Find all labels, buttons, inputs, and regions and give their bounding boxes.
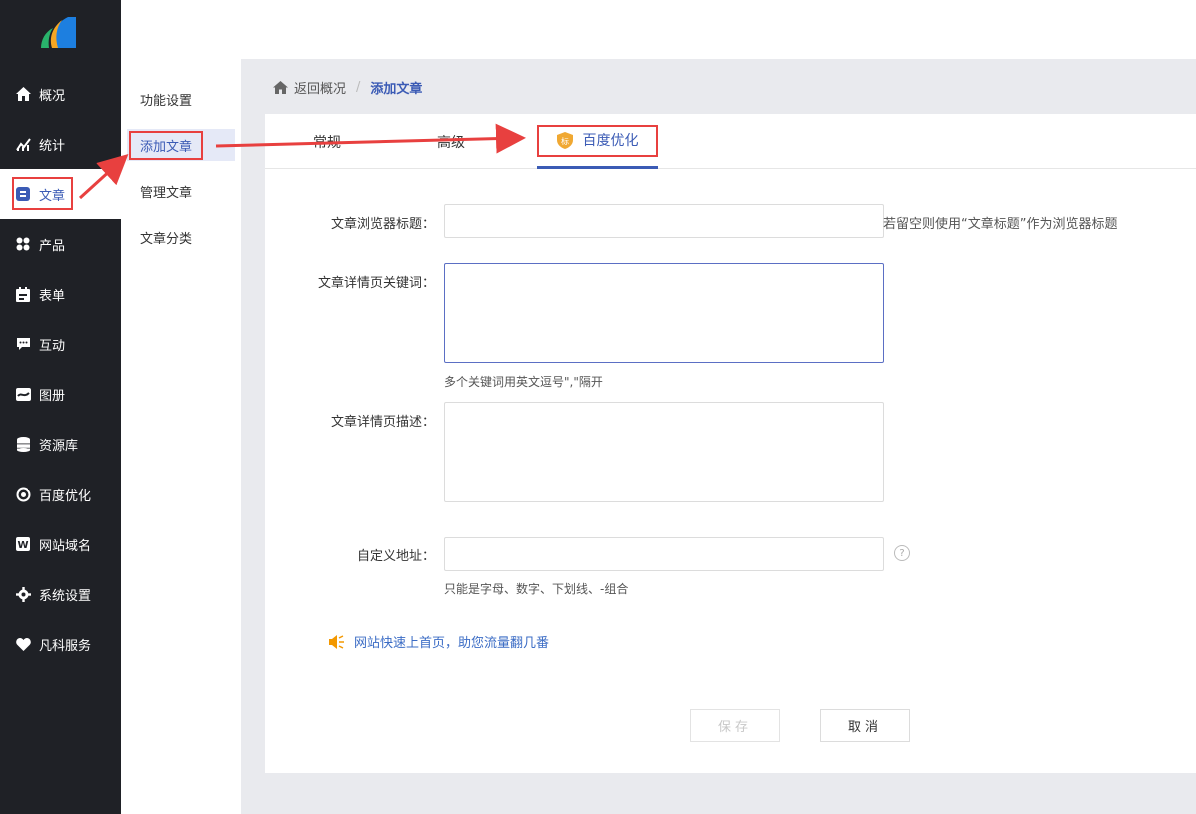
- arrow-to-submenu: [78, 153, 129, 200]
- annotation-arrows: [78, 123, 526, 200]
- arrow-to-seo-tab: [215, 123, 526, 154]
